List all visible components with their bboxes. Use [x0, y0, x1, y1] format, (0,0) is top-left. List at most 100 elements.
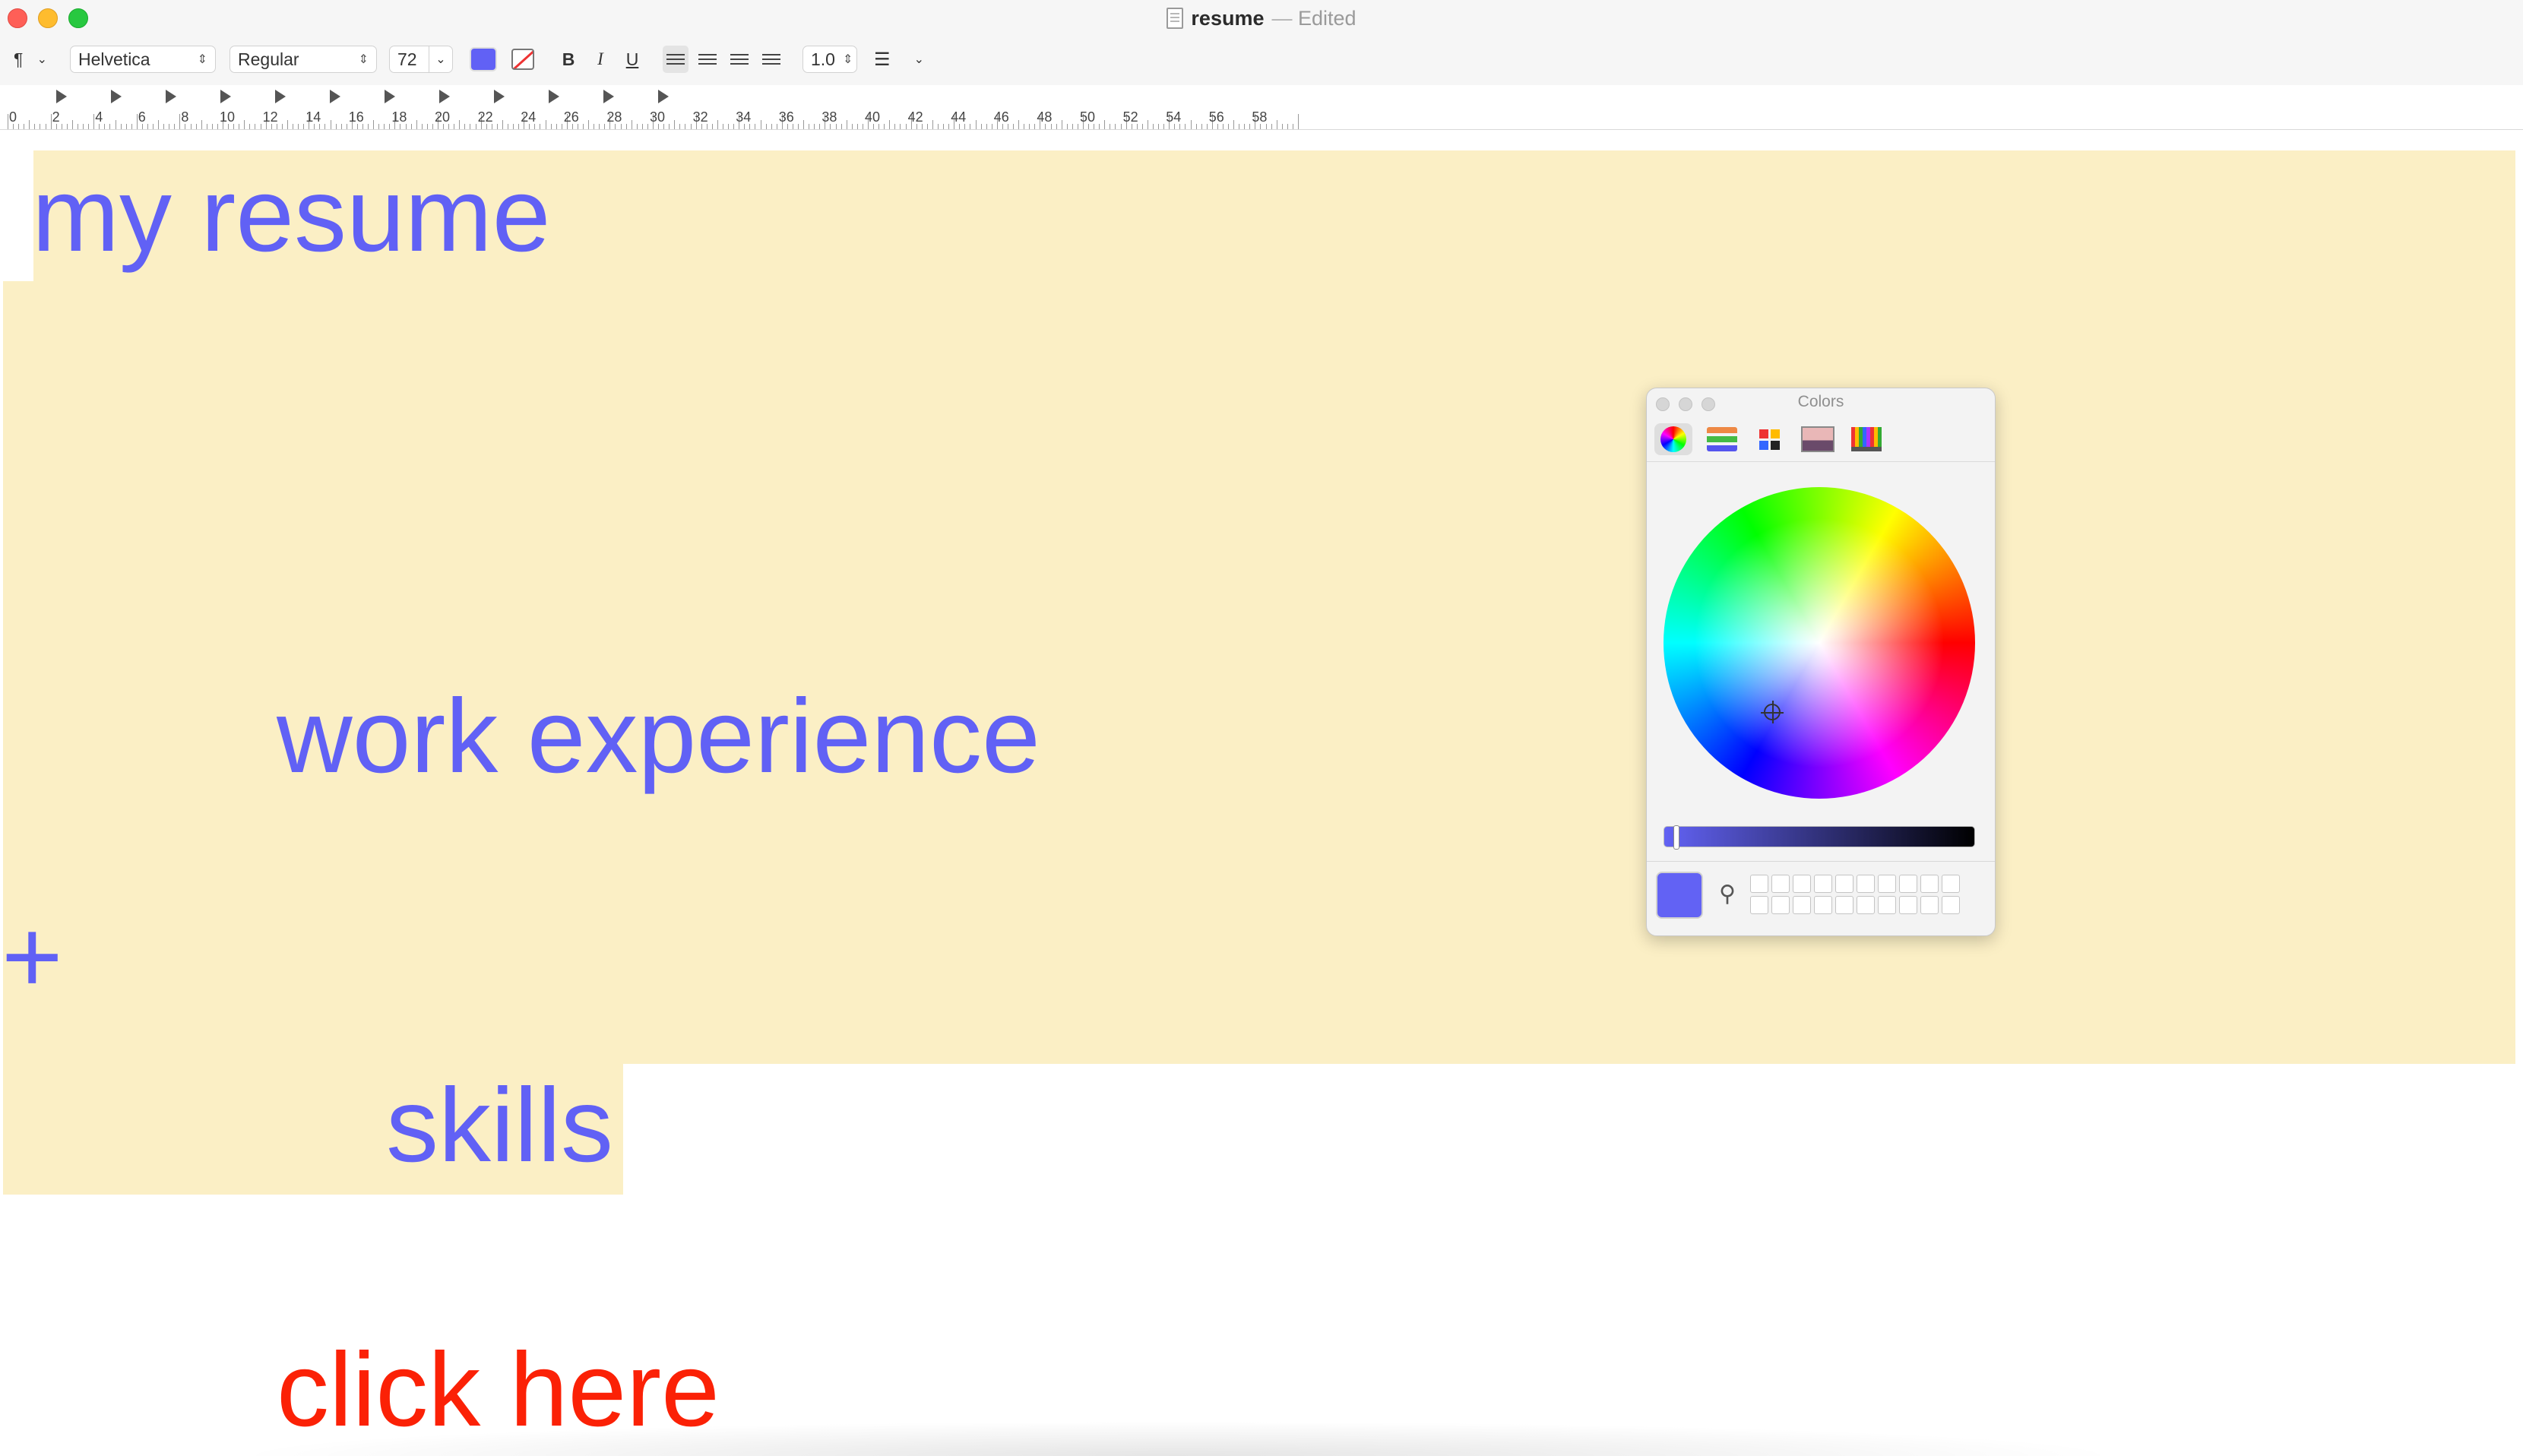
panel-zoom-button[interactable] [1702, 397, 1715, 411]
empty-swatch[interactable] [1814, 875, 1832, 893]
ruler-tick [125, 124, 127, 129]
italic-button[interactable]: I [590, 46, 611, 73]
ruler-tick [674, 120, 676, 129]
ruler-tick [986, 124, 987, 129]
plus-sign[interactable]: + [2, 904, 63, 1009]
font-size-field[interactable]: 72 ⌄ [389, 46, 453, 73]
align-center-icon [698, 54, 717, 65]
empty-swatch[interactable] [1814, 896, 1832, 914]
window-title: resume — Edited [1167, 7, 1356, 30]
empty-swatch[interactable] [1835, 875, 1853, 893]
close-window-button[interactable] [8, 8, 27, 28]
ruler-tick [1185, 124, 1186, 129]
ruler-tick [765, 124, 767, 129]
tab-stop-marker[interactable] [166, 90, 176, 103]
work-experience-heading[interactable]: work experience [277, 684, 1040, 789]
panel-close-button[interactable] [1656, 397, 1670, 411]
eyedropper-icon[interactable]: ⚲ [1714, 881, 1741, 908]
empty-swatch[interactable] [1920, 875, 1939, 893]
empty-swatch[interactable] [1750, 875, 1768, 893]
ruler-tick [1152, 124, 1154, 129]
ruler-tick [88, 124, 90, 129]
empty-swatch[interactable] [1857, 896, 1875, 914]
tab-stop-marker[interactable] [549, 90, 559, 103]
image-palettes-tab[interactable] [1799, 423, 1837, 455]
text-color-well[interactable] [470, 47, 497, 71]
tab-stop-marker[interactable] [658, 90, 669, 103]
empty-swatch[interactable] [1878, 896, 1896, 914]
colors-panel[interactable]: Colors ⚲ [1646, 388, 1996, 936]
skills-heading[interactable]: skills [386, 1073, 613, 1178]
paragraph-styles-button[interactable]: ¶ ⌄ [8, 46, 53, 73]
tab-stop-marker[interactable] [385, 90, 395, 103]
panel-minimize-button[interactable] [1679, 397, 1692, 411]
ruler-tick [158, 120, 160, 129]
up-down-arrows-icon: ⇕ [842, 53, 853, 66]
resume-heading[interactable]: my resume [32, 163, 550, 267]
tab-stop-marker[interactable] [275, 90, 286, 103]
pencils-tab[interactable] [1847, 423, 1885, 455]
document-page[interactable]: my resume work experience + skills click… [0, 129, 2523, 1456]
align-center-button[interactable] [695, 46, 720, 73]
align-right-button[interactable] [727, 46, 752, 73]
brightness-slider[interactable] [1664, 825, 1975, 850]
up-down-arrows-icon: ⇕ [358, 53, 369, 66]
wheel-crosshair-icon[interactable] [1761, 701, 1784, 723]
line-spacing-popup[interactable]: 1.0 ⇕ [802, 46, 857, 73]
ruler-tick [249, 124, 251, 129]
empty-swatch[interactable] [1942, 875, 1960, 893]
ruler-tick [1287, 124, 1288, 129]
justify-button[interactable] [758, 46, 784, 73]
empty-swatch[interactable] [1857, 875, 1875, 893]
brightness-slider-knob[interactable] [1673, 825, 1679, 850]
ruler-tick [34, 124, 36, 129]
ruler-tick [147, 124, 148, 129]
font-size-dropdown-icon[interactable]: ⌄ [429, 46, 452, 72]
font-family-popup[interactable]: Helvetica ⇕ [70, 46, 216, 73]
color-wheel[interactable] [1664, 487, 1975, 799]
tab-stop-marker[interactable] [220, 90, 231, 103]
background-color-well[interactable] [509, 47, 537, 71]
empty-swatch[interactable] [1793, 875, 1811, 893]
tab-stop-marker[interactable] [56, 90, 67, 103]
ruler[interactable]: 0 2 4 6 8 10 12 14 16 18 20 22 24 26 28 30 32 34 36 38 40 42 4… [0, 85, 2523, 130]
tab-stop-marker[interactable] [494, 90, 505, 103]
tab-stop-marker[interactable] [111, 90, 122, 103]
document-icon[interactable] [1167, 8, 1184, 29]
color-wheel-tab[interactable] [1654, 423, 1692, 455]
current-color-swatch[interactable] [1656, 872, 1703, 919]
align-left-button[interactable] [663, 46, 689, 73]
ruler-tick [679, 124, 681, 129]
ruler-tick [410, 124, 412, 129]
ruler-tick [174, 124, 176, 129]
ruler-tick [1013, 124, 1015, 129]
empty-swatch[interactable] [1942, 896, 1960, 914]
underline-button[interactable]: U [622, 46, 643, 73]
zoom-window-button[interactable] [68, 8, 88, 28]
empty-swatch[interactable] [1793, 896, 1811, 914]
empty-swatch[interactable] [1750, 896, 1768, 914]
font-style-popup[interactable]: Regular ⇕ [230, 46, 377, 73]
empty-swatch[interactable] [1899, 896, 1917, 914]
scroll-shadow [228, 1421, 2128, 1456]
tab-stop-marker[interactable] [330, 90, 340, 103]
empty-swatch[interactable] [1771, 896, 1790, 914]
tab-stop-marker[interactable] [603, 90, 614, 103]
empty-swatch[interactable] [1878, 875, 1896, 893]
ruler-tick [378, 124, 380, 129]
tab-stop-marker[interactable] [439, 90, 450, 103]
color-sliders-tab[interactable] [1703, 423, 1741, 455]
font-size-value[interactable]: 72 [397, 49, 417, 70]
ruler-tick [1072, 124, 1073, 129]
ruler-tick [798, 124, 799, 129]
ruler-tick [513, 124, 514, 129]
bold-button[interactable]: B [558, 46, 579, 73]
ruler-tick [163, 124, 165, 129]
color-palettes-tab[interactable] [1750, 423, 1788, 455]
empty-swatch[interactable] [1899, 875, 1917, 893]
empty-swatch[interactable] [1771, 875, 1790, 893]
list-style-button[interactable]: ☰ ⌄ [874, 46, 924, 73]
empty-swatch[interactable] [1835, 896, 1853, 914]
empty-swatch[interactable] [1920, 896, 1939, 914]
minimize-window-button[interactable] [38, 8, 58, 28]
